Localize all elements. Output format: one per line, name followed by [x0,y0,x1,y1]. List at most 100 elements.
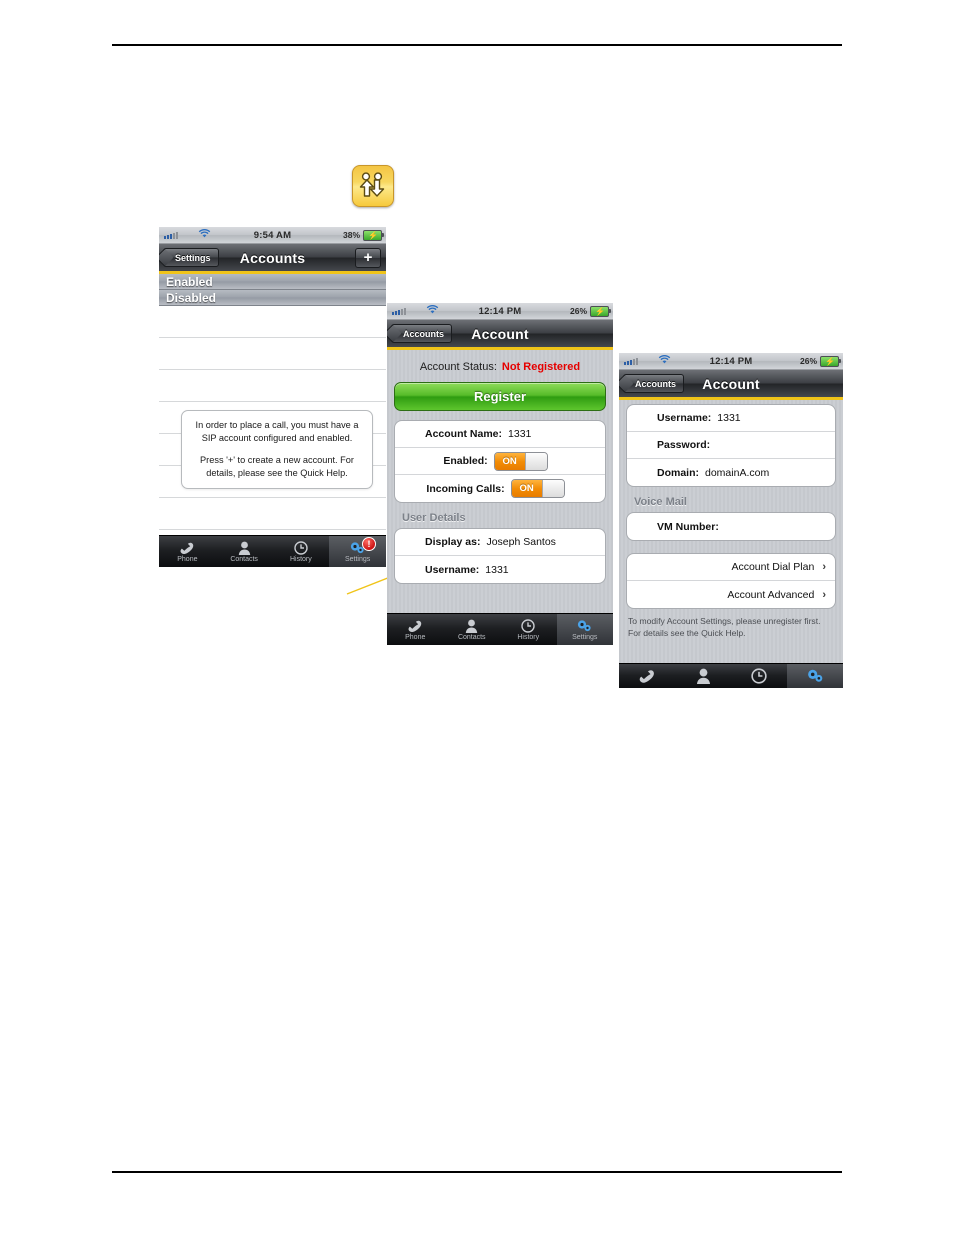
voicemail-group: VM Number: [626,512,836,541]
tab-settings[interactable]: Settings [556,614,613,645]
row-account-dial-plan[interactable]: Account Dial Plan › [627,554,835,581]
list-item[interactable] [159,306,386,338]
chevron-right-icon: › [822,561,826,573]
footnote-line-2: For details see the Quick Help. [628,627,746,638]
battery-icon: ⚡ [363,229,384,241]
toggle-knob[interactable] [524,452,547,470]
add-account-button[interactable]: + [355,247,381,268]
status-bar-time: 12:14 PM [709,355,753,367]
credentials-group: Username: 1331 Password: Domain: domainA… [626,404,836,487]
phone-screen-account-detail-top: 12:14 PM 26% ⚡ Accounts Account Account … [387,303,613,645]
tab-label: Phone [177,556,198,563]
status-bar: 12:14 PM 26% ⚡ [387,303,613,320]
link-label: Account Advanced [727,588,815,601]
clock-icon [521,618,535,633]
transfer-call-icon [352,165,394,207]
phone-handset-icon [638,668,657,683]
account-settings-group: Account Name: 1331 Enabled: ON Incoming … [394,420,606,503]
account-detail-content: Username: 1331 Password: Domain: domainA… [619,400,843,663]
section-header-enabled: Enabled [159,274,386,290]
advanced-links-group: Account Dial Plan › Account Advanced › [626,553,836,609]
back-button-accounts[interactable]: Accounts [623,374,685,393]
person-icon [696,668,711,684]
toggle-knob[interactable] [541,480,564,497]
chevron-right-icon: › [822,588,826,601]
tab-history[interactable]: History [273,536,330,567]
phone-handset-icon [407,618,424,633]
row-incoming-calls[interactable]: Incoming Calls: ON [395,475,605,502]
tab-label: Settings [344,556,371,563]
row-account-advanced[interactable]: Account Advanced › [627,581,835,608]
field-label: Username: [425,563,480,576]
section-header-voice-mail: Voice Mail [634,496,687,508]
field-label: Domain: [657,466,699,479]
field-value: domainA.com [705,466,770,479]
row-enabled[interactable]: Enabled: ON [395,448,605,475]
register-button[interactable]: Register [394,382,606,411]
tab-settings[interactable] [787,664,843,688]
tab-contacts[interactable]: Contacts [216,536,273,567]
section-header-user-details: User Details [402,512,466,524]
toggle-on-label: ON [494,452,525,470]
status-bar-time: 9:54 AM [253,229,292,241]
row-account-name[interactable]: Account Name: 1331 [395,421,605,448]
status-bar: 12:14 PM 26% ⚡ [619,353,843,370]
tab-label: Contacts [457,634,486,641]
tab-phone[interactable] [619,664,675,688]
row-password[interactable]: Password: [627,432,835,459]
clock-icon [751,667,767,684]
status-bar-time: 12:14 PM [478,305,522,317]
toggle-on-label: ON [511,480,542,497]
page-footer-rule [112,1171,842,1173]
tab-phone[interactable]: Phone [387,614,444,645]
nav-bar: Settings Accounts + [159,244,386,274]
account-footnote: To modify Account Settings, please unreg… [626,609,836,639]
row-username[interactable]: Username: 1331 [627,405,835,432]
tab-label: Phone [405,634,426,641]
phone-screen-accounts-list: 9:54 AM 38% ⚡ Settings Accounts + Enable… [159,227,386,567]
tab-history[interactable]: History [500,614,557,645]
back-button-accounts[interactable]: Accounts [391,324,453,343]
person-icon [238,540,251,555]
list-item[interactable] [159,338,386,370]
enabled-toggle[interactable]: ON [493,451,548,471]
tab-bar: Phone Contacts History [159,535,386,567]
row-vm-number[interactable]: VM Number: [627,513,835,540]
field-label: Display as: [425,536,481,548]
tab-label: History [289,556,312,563]
field-label: Username: [657,412,712,424]
callout-line-1: In order to place a call, you must have … [195,420,359,443]
tab-history[interactable] [731,664,787,688]
nav-bar: Accounts Account [387,320,613,350]
account-detail-content: Account Status: Not Registered Register A… [387,350,613,613]
link-label: Account Dial Plan [731,561,815,573]
callout-line-2: Press '+' to create a new account. For d… [200,455,354,479]
back-button-settings[interactable]: Settings [163,248,219,267]
tab-contacts[interactable] [675,664,731,688]
list-item[interactable] [159,370,386,402]
empty-state-callout: In order to place a call, you must have … [181,410,373,489]
tab-bar [619,663,843,688]
field-value: Joseph Santos [486,536,556,548]
row-username[interactable]: Username: 1331 [395,556,605,583]
battery-icon: ⚡ [820,355,841,367]
field-value: 1331 [717,412,741,424]
tab-phone[interactable]: Phone [159,536,216,567]
field-label: Password: [657,439,711,451]
list-item[interactable] [159,498,386,530]
tab-settings[interactable]: ! Settings [329,536,386,567]
phone-screen-account-detail-bottom: 12:14 PM 26% ⚡ Accounts Account Username… [619,353,843,688]
account-status-value: Not Registered [501,361,581,373]
tab-contacts[interactable]: Contacts [444,614,501,645]
user-details-group: Display as: Joseph Santos Username: 1331 [394,528,606,584]
row-display-as[interactable]: Display as: Joseph Santos [395,529,605,556]
page-header-rule [112,44,842,46]
gears-icon [806,668,825,683]
field-value: 1331 [485,563,509,576]
person-icon [465,618,478,633]
field-label: Account Name: [425,428,503,440]
clock-icon [294,540,308,555]
incoming-calls-toggle[interactable]: ON [510,479,565,498]
row-domain[interactable]: Domain: domainA.com [627,459,835,486]
field-label: Enabled: [443,455,488,467]
